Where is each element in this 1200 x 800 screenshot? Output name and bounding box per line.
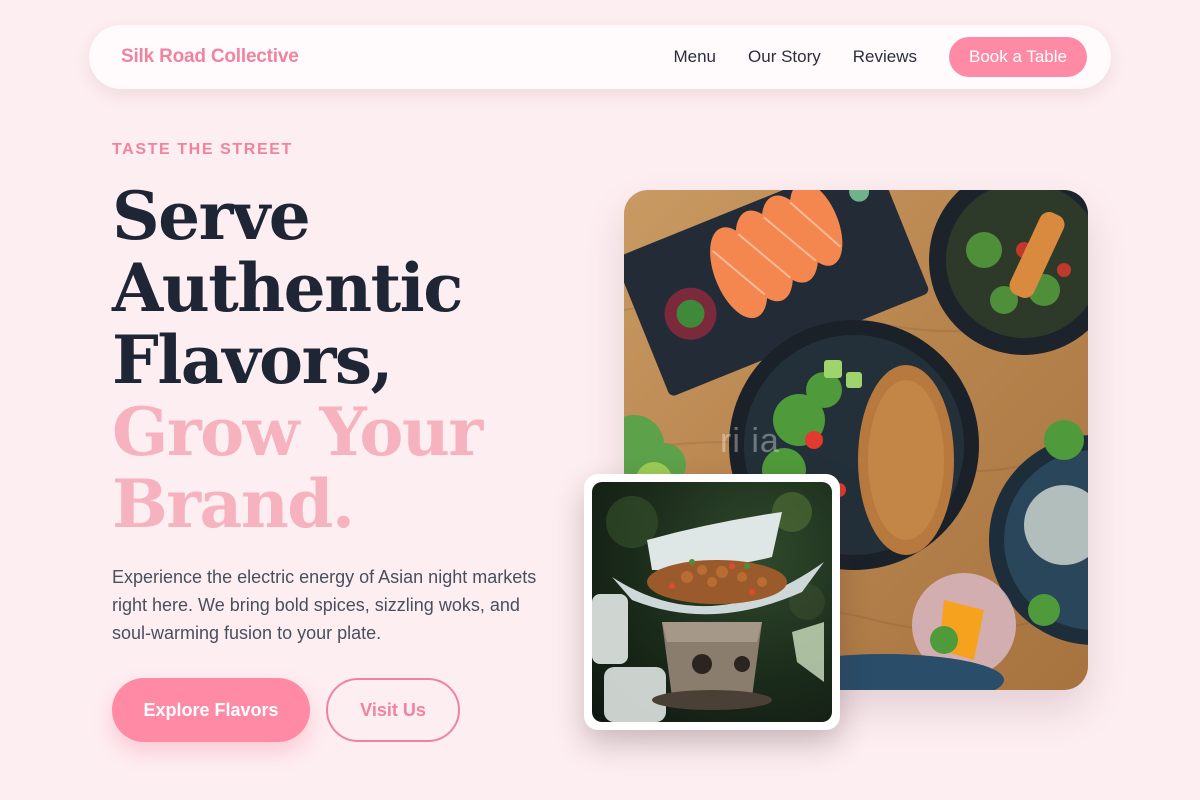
brand-logo[interactable]: Silk Road Collective (121, 46, 299, 68)
headline-accent-line: Brand. (112, 465, 355, 543)
nav-link-our-story[interactable]: Our Story (748, 47, 821, 67)
headline-accent-line: Grow Your (112, 393, 483, 471)
explore-flavors-button[interactable]: Explore Flavors (112, 678, 310, 742)
headline-line: Flavors, (112, 321, 393, 399)
nav-link-menu[interactable]: Menu (673, 47, 716, 67)
headline-line: Authentic (112, 249, 463, 327)
visit-us-button[interactable]: Visit Us (326, 678, 460, 742)
inset-photo-frame (584, 474, 840, 730)
headline-line: Serve (112, 177, 311, 255)
book-table-button[interactable]: Book a Table (949, 37, 1087, 77)
wok-dish-illustration (592, 492, 825, 722)
top-navbar: Silk Road Collective Menu Our Story Revi… (89, 25, 1111, 89)
hero-description: Experience the electric energy of Asian … (112, 567, 537, 643)
nav-links: Menu Our Story Reviews Book a Table (673, 37, 1087, 77)
image-watermark: ri ia (720, 422, 780, 460)
hero-eyebrow: TASTE THE STREET (112, 141, 293, 158)
nav-link-reviews[interactable]: Reviews (853, 47, 917, 67)
wok-dish-photo (592, 482, 832, 722)
hero-headline: Serve Authentic Flavors, Grow Your Brand… (112, 180, 592, 540)
